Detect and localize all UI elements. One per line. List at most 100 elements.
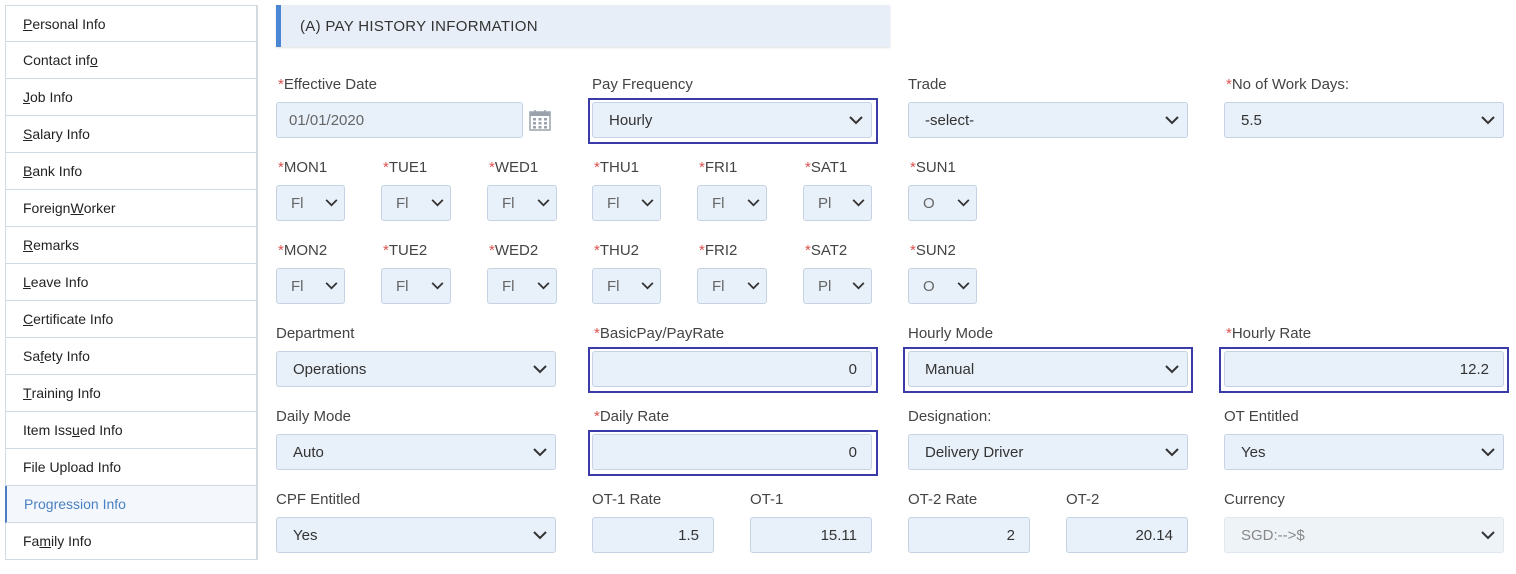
- sidebar-item-foreign-worker[interactable]: Foreign Worker: [5, 190, 257, 227]
- chevron-down-icon: [845, 199, 871, 207]
- chevron-down-icon: [1473, 530, 1503, 540]
- hourly-mode-select[interactable]: Manual: [908, 351, 1188, 387]
- effective-date-label: *Effective Date: [278, 76, 377, 93]
- ot1-rate-input[interactable]: 1.5: [592, 517, 714, 553]
- chevron-down-icon: [424, 282, 450, 290]
- tue1-label: *TUE1: [383, 159, 428, 176]
- chevron-down-icon: [525, 447, 555, 457]
- mon1-select[interactable]: Fl: [276, 185, 345, 221]
- sun2-label: *SUN2: [910, 242, 956, 259]
- tue2-select[interactable]: Fl: [381, 268, 451, 304]
- effective-date-input[interactable]: 01/01/2020: [276, 102, 523, 138]
- calendar-icon[interactable]: [528, 108, 552, 132]
- sidebar-item-file-upload-info[interactable]: File Upload Info: [5, 449, 257, 486]
- pay-frequency-select[interactable]: Hourly: [592, 102, 872, 138]
- sidebar-item-salary-info[interactable]: Salary Info: [5, 116, 257, 153]
- chevron-down-icon: [424, 199, 450, 207]
- ot1-label: OT-1: [750, 491, 784, 508]
- sun1-select[interactable]: O: [908, 185, 977, 221]
- sidebar-item-job-info[interactable]: Job Info: [5, 79, 257, 116]
- chevron-down-icon: [530, 282, 556, 290]
- sat1-label: *SAT1: [805, 159, 848, 176]
- daily-mode-select[interactable]: Auto: [276, 434, 556, 470]
- chevron-down-icon: [530, 199, 556, 207]
- sat2-label: *SAT2: [805, 242, 848, 259]
- hourly-rate-label: *Hourly Rate: [1226, 325, 1312, 342]
- chevron-down-icon: [841, 115, 871, 125]
- ot-entitled-select[interactable]: Yes: [1224, 434, 1504, 470]
- sidebar-item-safety-info[interactable]: Sa f ety Info: [5, 338, 257, 375]
- sidebar-item-item-issued-info[interactable]: Item Iss u ed Info: [5, 412, 257, 449]
- currency-label: Currency: [1224, 491, 1285, 508]
- thu1-label: *THU1: [594, 159, 640, 176]
- sidebar-item-training-info[interactable]: Training Info: [5, 375, 257, 412]
- department-select[interactable]: Operations: [276, 351, 556, 387]
- wed2-label: *WED2: [489, 242, 539, 259]
- sidebar-item-progression-info[interactable]: Progression Info: [5, 486, 257, 523]
- fri2-label: *FRI2: [699, 242, 738, 259]
- thu2-select[interactable]: Fl: [592, 268, 661, 304]
- section-header: (A) PAY HISTORY INFORMATION: [276, 5, 890, 47]
- sidebar-item-family-info[interactable]: Fa m ily Info: [5, 523, 257, 560]
- cpf-entitled-select[interactable]: Yes: [276, 517, 556, 553]
- sidebar-item-bank-info[interactable]: Bank Info: [5, 153, 257, 190]
- chevron-down-icon: [740, 282, 766, 290]
- ot1-input[interactable]: 15.11: [750, 517, 872, 553]
- chevron-down-icon: [845, 282, 871, 290]
- chevron-down-icon: [318, 282, 344, 290]
- sidebar: Personal Info Contact inf o Job Info Sala…: [5, 5, 258, 560]
- chevron-down-icon: [1473, 447, 1503, 457]
- basic-pay-label: *BasicPay/PayRate: [594, 325, 725, 342]
- ot2-rate-label: OT-2 Rate: [908, 491, 978, 508]
- ot2-rate-input[interactable]: 2: [908, 517, 1030, 553]
- wed1-label: *WED1: [489, 159, 539, 176]
- chevron-down-icon: [1157, 364, 1187, 374]
- daily-rate-input[interactable]: 0: [592, 434, 872, 470]
- currency-select[interactable]: SGD:-->$: [1224, 517, 1504, 553]
- sidebar-item-leave-info[interactable]: Leave Info: [5, 264, 257, 301]
- ot-entitled-label: OT Entitled: [1224, 408, 1299, 425]
- trade-select[interactable]: -select-: [908, 102, 1188, 138]
- ot2-label: OT-2: [1066, 491, 1100, 508]
- sat1-select[interactable]: Pl: [803, 185, 872, 221]
- section-title: (A) PAY HISTORY INFORMATION: [300, 17, 538, 35]
- trade-label: Trade: [908, 76, 947, 93]
- thu2-label: *THU2: [594, 242, 640, 259]
- work-days-select[interactable]: 5.5: [1224, 102, 1504, 138]
- mon2-label: *MON2: [278, 242, 328, 259]
- mon2-select[interactable]: Fl: [276, 268, 345, 304]
- wed1-select[interactable]: Fl: [487, 185, 557, 221]
- chevron-down-icon: [740, 199, 766, 207]
- designation-select[interactable]: Delivery Driver: [908, 434, 1188, 470]
- chevron-down-icon: [525, 530, 555, 540]
- tue2-label: *TUE2: [383, 242, 428, 259]
- fri2-select[interactable]: Fl: [697, 268, 767, 304]
- cpf-entitled-label: CPF Entitled: [276, 491, 361, 508]
- sidebar-item-personal-info[interactable]: Personal Info: [5, 5, 257, 42]
- chevron-down-icon: [1157, 115, 1187, 125]
- basic-pay-input[interactable]: 0: [592, 351, 872, 387]
- work-days-label: *No of Work Days:: [1226, 76, 1350, 93]
- thu1-select[interactable]: Fl: [592, 185, 661, 221]
- chevron-down-icon: [1473, 115, 1503, 125]
- sidebar-item-contact-info[interactable]: Contact inf o: [5, 42, 257, 79]
- chevron-down-icon: [634, 282, 660, 290]
- tue1-select[interactable]: Fl: [381, 185, 451, 221]
- pay-frequency-label: Pay Frequency: [592, 76, 693, 93]
- sat2-select[interactable]: Pl: [803, 268, 872, 304]
- fri1-select[interactable]: Fl: [697, 185, 767, 221]
- sidebar-item-remarks[interactable]: Remarks: [5, 227, 257, 264]
- ot2-input[interactable]: 20.14: [1066, 517, 1188, 553]
- fri1-label: *FRI1: [699, 159, 738, 176]
- sun1-label: *SUN1: [910, 159, 956, 176]
- designation-label: Designation:: [908, 408, 992, 425]
- sidebar-item-certificate-info[interactable]: Certificate Info: [5, 301, 257, 338]
- ot1-rate-label: OT-1 Rate: [592, 491, 662, 508]
- mon1-label: *MON1: [278, 159, 328, 176]
- chevron-down-icon: [950, 282, 976, 290]
- department-label: Department: [276, 325, 355, 342]
- sun2-select[interactable]: O: [908, 268, 977, 304]
- hourly-rate-input[interactable]: 12.2: [1224, 351, 1504, 387]
- chevron-down-icon: [1157, 447, 1187, 457]
- wed2-select[interactable]: Fl: [487, 268, 557, 304]
